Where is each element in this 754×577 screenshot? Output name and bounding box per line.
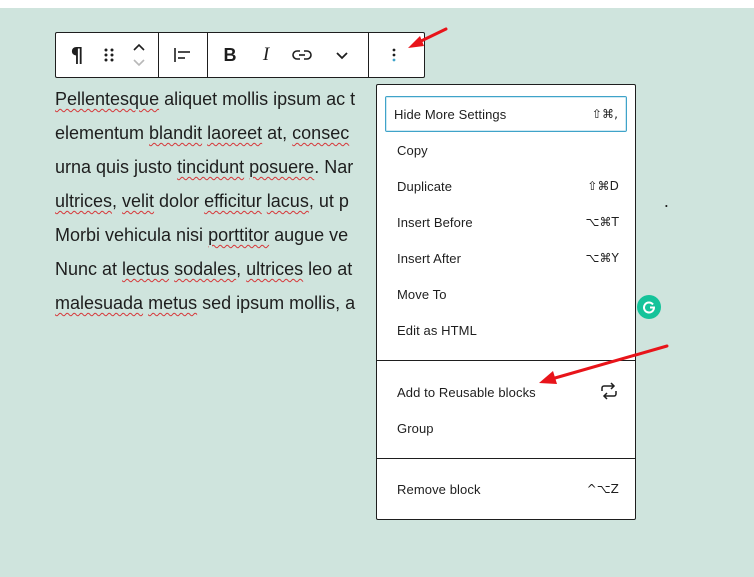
text-run: , ut p: [308, 191, 349, 211]
grammarly-icon[interactable]: [637, 295, 661, 319]
menu-item-label: Insert After: [397, 250, 462, 266]
menu-item-label: Move To: [397, 286, 447, 302]
misspelled-word: posuere: [249, 157, 315, 177]
misspelled-word: consec: [292, 123, 350, 143]
text-run: elementum: [55, 123, 150, 143]
toolbar-group-format: B I: [208, 33, 369, 77]
menu-item-duplicate[interactable]: Duplicate ⇧⌘D: [385, 168, 627, 204]
text-run: urna quis justo: [55, 157, 178, 177]
text-run: dolor: [154, 191, 205, 211]
text-run: augue ve: [269, 225, 349, 245]
toolbar-group-block: ¶: [56, 33, 159, 77]
menu-section-remove: Remove block ^⌥Z: [377, 459, 635, 507]
misspelled-word: velit: [122, 191, 155, 211]
reusable-block-icon: [599, 381, 619, 403]
menu-item-move-to[interactable]: Move To: [385, 276, 627, 312]
menu-item-label: Group: [397, 420, 434, 436]
misspelled-word: Pellentesque: [55, 89, 160, 109]
text-run: ,: [112, 191, 123, 211]
block-toolbar: ¶ B I: [55, 32, 425, 78]
misspelled-word: porttitor: [208, 225, 270, 245]
menu-item-hide-more-settings[interactable]: Hide More Settings ⇧⌘,: [385, 96, 627, 132]
misspelled-word: ultrices: [246, 259, 304, 279]
menu-item-label: Edit as HTML: [397, 322, 477, 338]
menu-item-insert-before[interactable]: Insert Before ⌥⌘T: [385, 204, 627, 240]
menu-item-group[interactable]: Group: [385, 410, 627, 446]
menu-item-label: Duplicate: [397, 178, 453, 194]
bold-icon[interactable]: B: [212, 33, 248, 77]
drag-handle-icon[interactable]: [94, 33, 124, 77]
menu-item-label: Hide More Settings: [394, 106, 507, 122]
text-run: Morbi vehicula nisi: [55, 225, 209, 245]
misspelled-word: tincidunt: [177, 157, 245, 177]
menu-item-label: Copy: [397, 142, 428, 158]
menu-item-label: Remove block: [397, 481, 481, 497]
menu-item-edit-as-html[interactable]: Edit as HTML: [385, 312, 627, 348]
menu-item-remove-block[interactable]: Remove block ^⌥Z: [385, 471, 627, 507]
menu-item-shortcut: ⇧⌘D: [587, 179, 619, 193]
toolbar-group-options: [369, 33, 419, 77]
align-icon[interactable]: [163, 33, 203, 77]
more-vertical-icon[interactable]: [373, 33, 415, 77]
text-run: sed ipsum mollis, a: [197, 293, 356, 313]
menu-item-label: Insert Before: [397, 214, 473, 230]
block-options-menu: Hide More Settings ⇧⌘, Copy Duplicate ⇧⌘…: [376, 84, 636, 520]
text-run: aliquet mollis ipsum ac t: [159, 89, 356, 109]
menu-section-general: Hide More Settings ⇧⌘, Copy Duplicate ⇧⌘…: [377, 85, 635, 348]
menu-section-reusable: Add to Reusable blocks Group: [377, 361, 635, 458]
menu-item-copy[interactable]: Copy: [385, 132, 627, 168]
menu-item-insert-after[interactable]: Insert After ⌥⌘Y: [385, 240, 627, 276]
text-run: Nunc at: [55, 259, 123, 279]
text-run: ,: [236, 259, 247, 279]
menu-item-add-to-reusable-blocks[interactable]: Add to Reusable blocks: [385, 374, 627, 410]
text-run: . Nar: [314, 157, 354, 177]
link-icon[interactable]: [284, 33, 320, 77]
move-up-down-icon[interactable]: [124, 33, 154, 77]
menu-item-shortcut: ⇧⌘,: [591, 107, 618, 121]
menu-item-label: Add to Reusable blocks: [397, 384, 536, 400]
misspelled-word: lacus: [266, 191, 309, 211]
menu-item-shortcut: ⌥⌘Y: [585, 251, 619, 265]
misspelled-word: metus: [148, 293, 198, 313]
italic-icon[interactable]: I: [248, 33, 284, 77]
chevron-down-icon[interactable]: [320, 33, 364, 77]
toolbar-group-align: [159, 33, 208, 77]
misspelled-word: lectus: [122, 259, 170, 279]
misspelled-word: efficitur: [204, 191, 262, 211]
misspelled-word: laoreet: [207, 123, 263, 143]
misspelled-word: blandit: [149, 123, 203, 143]
misspelled-word: sodales: [174, 259, 237, 279]
paragraph-icon[interactable]: ¶: [60, 33, 94, 77]
menu-item-shortcut: ⌥⌘T: [585, 215, 619, 229]
misspelled-word: ultrices: [55, 191, 113, 211]
misspelled-word: malesuada: [55, 293, 144, 313]
text-run: at,: [262, 123, 293, 143]
text-run: leo at: [303, 259, 353, 279]
menu-item-shortcut: ^⌥Z: [586, 482, 619, 496]
